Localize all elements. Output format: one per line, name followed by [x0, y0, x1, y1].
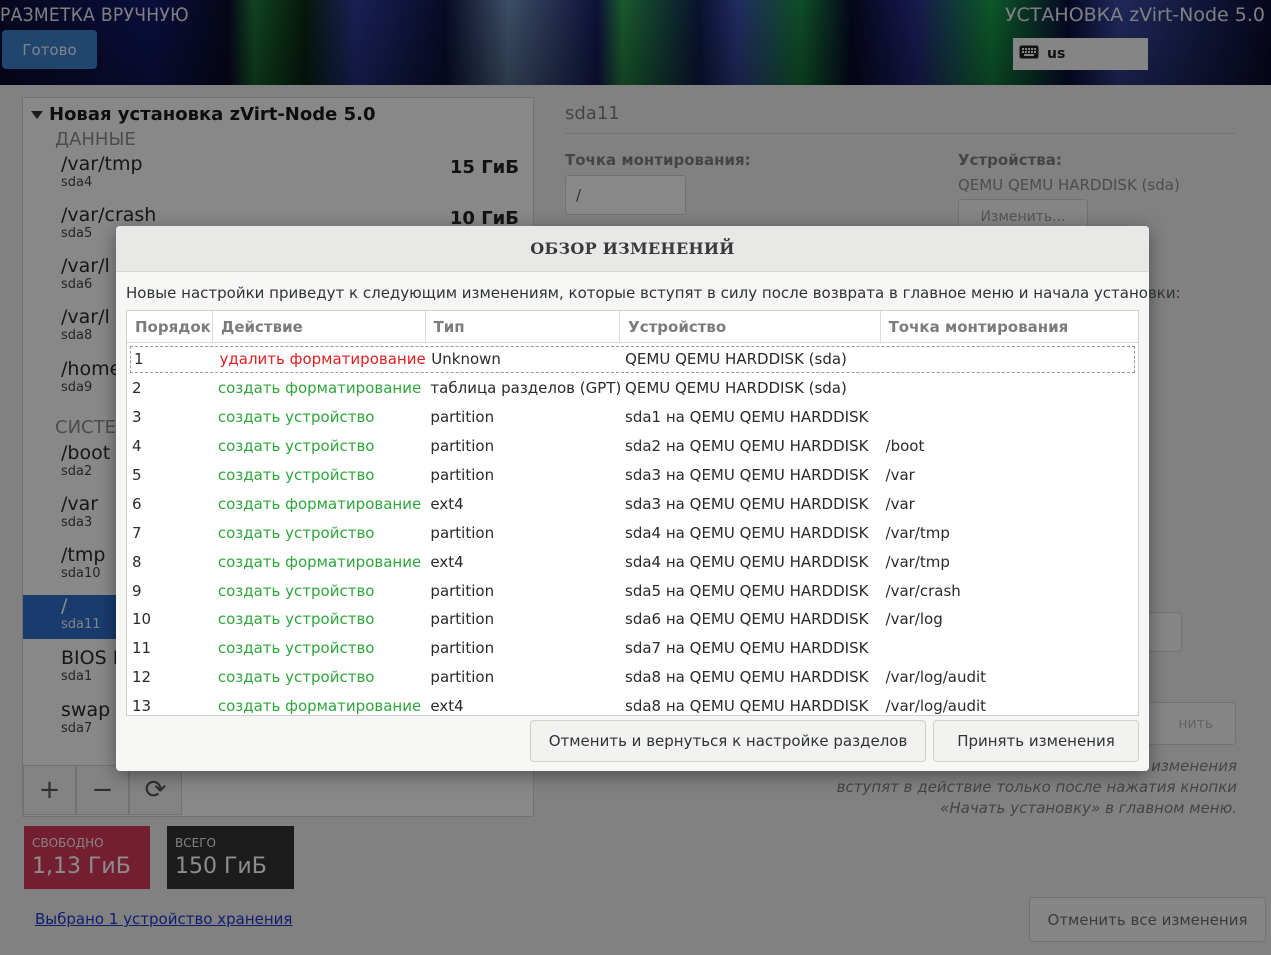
cell-device: sda5 на QEMU QEMU HARDDISK [625, 581, 869, 600]
table-row[interactable]: 7 создать устройство partition sda4 на QEMU… [127, 518, 1138, 547]
cell-device: sda4 на QEMU QEMU HARDDISK [625, 552, 869, 571]
cell-action: создать устройство [217, 466, 375, 484]
cell-action: создать форматирование [217, 379, 422, 398]
cell-type: partition [430, 668, 495, 687]
table-row[interactable]: 11 создать устройство partition sda7 на QEM… [127, 634, 1138, 663]
cell-order: 12 [132, 668, 152, 687]
table-row[interactable]: 3 создать устройство partition sda1 на QEMU… [127, 403, 1138, 432]
cell-mount-point: /boot [885, 437, 925, 456]
cell-action: создать устройство [217, 437, 375, 456]
cell-action: создать устройство [217, 408, 375, 427]
cell-order: 5 [132, 466, 142, 484]
cell-device: sda3 на QEMU QEMU HARDDISK [625, 466, 869, 484]
cell-action: создать форматирование [217, 697, 422, 716]
cell-order: 4 [132, 437, 142, 456]
cell-type: ext4 [430, 697, 464, 716]
table-row[interactable]: 6 создать форматирование ext4 sda3 на QEMU … [127, 489, 1138, 518]
cell-device: QEMU QEMU HARDDISK (sda) [625, 350, 847, 369]
cell-order: 8 [132, 552, 142, 571]
cell-action: создать устройство [217, 610, 375, 629]
cell-mount-point: /var/log/audit [885, 697, 987, 716]
column-header-device[interactable]: Устройство [620, 311, 881, 342]
table-row[interactable]: 5 создать устройство partition sda3 на QEMU… [127, 461, 1138, 490]
table-row[interactable]: 4 создать устройство partition sda2 на QEMU… [127, 432, 1138, 461]
cell-device: sda6 на QEMU QEMU HARDDISK [625, 610, 869, 629]
cell-type: partition [430, 639, 495, 658]
cell-action: создать устройство [217, 668, 375, 687]
column-header-order[interactable]: Порядок [127, 311, 213, 342]
cell-device: sda3 на QEMU QEMU HARDDISK [625, 494, 869, 513]
cell-order: 6 [132, 494, 142, 513]
table-row[interactable]: 12 создать устройство partition sda8 на QEM… [127, 663, 1138, 692]
cell-action: создать устройство [217, 639, 375, 658]
cell-action: удалить форматирование [219, 350, 426, 369]
table-body: 1 удалить форматирование Unknown QEMU QEMU … [127, 345, 1138, 716]
dialog-title: ОБЗОР ИЗМЕНЕНИЙ [116, 226, 1149, 272]
cell-mount-point: /var/log [885, 610, 943, 629]
cell-type: Unknown [431, 350, 501, 369]
column-header-type[interactable]: Тип [426, 311, 621, 342]
cell-mount-point: /var [885, 494, 915, 513]
cell-mount-point: /var/tmp [885, 523, 950, 542]
cell-type: partition [430, 523, 495, 542]
summary-of-changes-dialog: ОБЗОР ИЗМЕНЕНИЙ Новые настройки приведут… [116, 226, 1181, 771]
cell-order: 1 [134, 350, 144, 369]
cell-action: создать форматирование [217, 494, 422, 513]
cell-action: создать форматирование [217, 552, 422, 571]
table-row[interactable]: 2 создать форматирование таблица разделов … [127, 374, 1138, 403]
cell-action: создать устройство [217, 581, 375, 600]
table-row[interactable]: 9 создать устройство partition sda5 на QEMU… [127, 576, 1138, 605]
cell-order: 9 [132, 581, 142, 600]
cell-mount-point: /var/tmp [885, 552, 950, 571]
dialog-description: Новые настройки приведут к следующим изм… [126, 284, 1181, 302]
table-row[interactable]: 13 создать форматирование ext4 sda8 на QEMU… [127, 692, 1138, 716]
cell-order: 3 [132, 408, 142, 427]
cell-device: sda1 на QEMU QEMU HARDDISK [625, 408, 869, 427]
cell-type: partition [430, 610, 495, 629]
cell-order: 2 [132, 379, 142, 398]
cell-order: 7 [132, 523, 142, 542]
column-header-action[interactable]: Действие [213, 311, 426, 342]
table-row[interactable]: 8 создать форматирование ext4 sda4 на QEMU … [127, 547, 1138, 576]
cell-type: partition [430, 466, 495, 484]
cell-type: ext4 [430, 552, 464, 571]
cell-type: partition [430, 408, 495, 427]
cancel-and-return-button[interactable]: Отменить и вернуться к настройке раздело… [530, 720, 926, 762]
table-row[interactable]: 1 удалить форматирование Unknown QEMU QEMU … [129, 345, 1136, 374]
cell-device: sda2 на QEMU QEMU HARDDISK [625, 437, 869, 456]
table-header: Порядок Действие Тип Устройство Точка мо… [127, 311, 1138, 343]
cell-mount-point: /var/crash [885, 581, 961, 600]
cell-type: ext4 [430, 494, 464, 513]
cell-type: partition [430, 437, 495, 456]
cell-mount-point: /var [885, 466, 915, 484]
cell-device: sda8 на QEMU QEMU HARDDISK [625, 697, 869, 716]
cell-device: sda4 на QEMU QEMU HARDDISK [625, 523, 869, 542]
cell-order: 11 [132, 639, 152, 658]
cell-device: sda7 на QEMU QEMU HARDDISK [625, 639, 869, 658]
cell-order: 10 [132, 610, 152, 629]
cell-device: sda8 на QEMU QEMU HARDDISK [625, 668, 869, 687]
column-header-mount-point[interactable]: Точка монтирования [881, 311, 1138, 342]
table-row[interactable]: 10 создать устройство partition sda6 на QEM… [127, 605, 1138, 634]
accept-changes-button[interactable]: Принять изменения [933, 720, 1139, 762]
cell-mount-point: /var/log/audit [885, 668, 987, 687]
cell-type: partition [430, 581, 495, 600]
cell-device: QEMU QEMU HARDDISK (sda) [625, 379, 847, 398]
changes-table: Порядок Действие Тип Устройство Точка мо… [126, 310, 1139, 716]
cell-order: 13 [132, 697, 152, 716]
cell-action: создать устройство [217, 523, 375, 542]
cell-type: таблица разделов (GPT) [430, 379, 621, 398]
